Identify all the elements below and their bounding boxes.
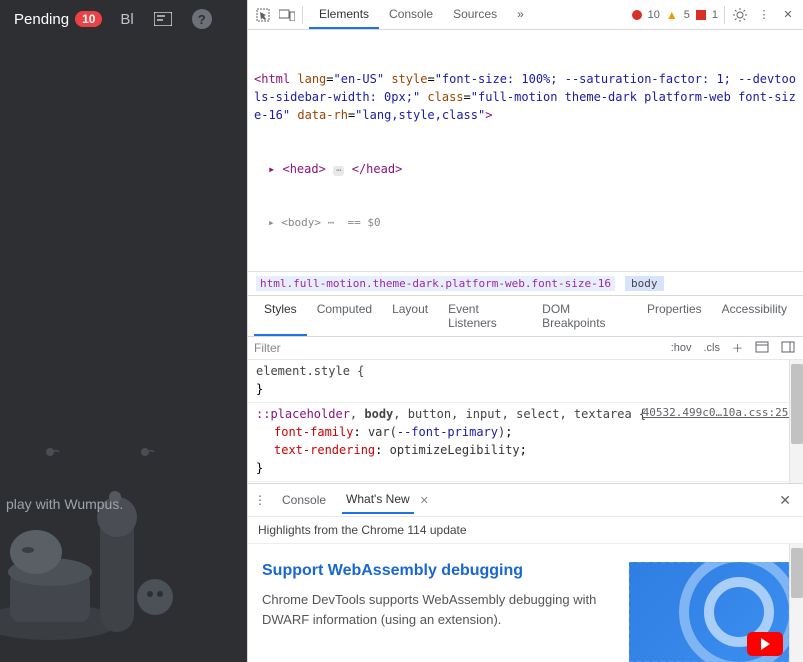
new-rule-icon[interactable]: ＋ [730,340,745,356]
drawer-tabs: ⋮ Console What's New ✕ ✕ [248,484,803,517]
drawer-scrollbar[interactable] [789,544,803,662]
discord-header: Pending 10 Bl ? [0,0,247,38]
whats-new-article: Support WebAssembly debugging Chrome Dev… [248,544,803,662]
main-tabs: Elements Console Sources » [309,1,534,29]
sidebar-toggle-icon[interactable] [779,341,797,356]
prop-text-rendering[interactable]: text-rendering: optimizeLegibility; [256,441,795,459]
rule-webkit-placeholder[interactable]: 40532.499c0…10a.css:250 ::-webkit-input-… [248,482,803,483]
drawer-tab-console[interactable]: Console [278,487,330,513]
gear-icon[interactable] [731,6,749,24]
drawer: ⋮ Console What's New ✕ ✕ Highlights from… [248,483,803,662]
close-drawer-icon[interactable]: ✕ [773,490,797,511]
styles-scrollbar[interactable] [789,360,803,483]
tab-dom-breakpoints[interactable]: DOM Breakpoints [532,296,637,336]
youtube-play-icon[interactable] [747,632,783,656]
warning-icon: ▲ [666,8,678,22]
source-link[interactable]: 40532.499c0…10a.css:250 [643,405,795,422]
new-dm-icon[interactable] [152,8,174,30]
drawer-tab-whats-new[interactable]: What's New [342,486,414,514]
head-node[interactable]: ▸ <head> ⋯ </head> [254,160,797,179]
tab-pending[interactable]: Pending 10 [14,11,102,28]
styles-rules[interactable]: element.style { } 40532.499c0…10a.css:25… [248,360,803,483]
scroll-thumb[interactable] [791,364,803,444]
rule-close: } [256,380,795,398]
crumb-html[interactable]: html.full-motion.theme-dark.platform-web… [256,276,615,291]
tab-layout[interactable]: Layout [382,296,438,336]
drawer-kebab-icon[interactable]: ⋮ [254,493,266,507]
kebab-icon[interactable]: ⋮ [755,6,773,24]
inspect-icon[interactable] [254,6,272,24]
tab-sources[interactable]: Sources [443,1,507,29]
devtools-toolbar: Elements Console Sources » 10 ▲ 5 1 ⋮ ✕ [248,0,803,30]
issue-icon [696,10,706,20]
body-node-hint[interactable]: ▸ <body> ⋯ == $0 [254,215,797,232]
styles-filter-row: Filter :hov .cls ＋ [248,337,803,360]
html-open-tag[interactable]: <html lang="en-US" style="font-size: 100… [254,70,797,124]
error-dot-icon [632,10,642,20]
wumpus-caption: play with Wumpus. [6,496,123,512]
devtools-pane: Elements Console Sources » 10 ▲ 5 1 ⋮ ✕ … [247,0,803,662]
article-body: Chrome DevTools supports WebAssembly deb… [262,590,615,629]
close-tab-icon[interactable]: ✕ [420,494,429,507]
crumb-body[interactable]: body [625,276,664,291]
dom-tree[interactable]: <html lang="en-US" style="font-size: 100… [248,30,803,272]
computed-toggle-icon[interactable] [753,341,771,356]
tab-styles[interactable]: Styles [254,296,307,336]
discord-pane: Pending 10 Bl ? play with Wumpus. [0,0,247,662]
prop-font-family[interactable]: font-family: var(--font-primary); [256,423,795,441]
pending-label: Pending [14,11,69,28]
rule-close: } [256,459,795,477]
tab-computed[interactable]: Computed [307,296,382,336]
tab-accessibility[interactable]: Accessibility [712,296,797,336]
pending-badge: 10 [75,11,102,27]
styles-filter-input[interactable]: Filter [254,341,661,355]
rule-selector: element.style { [256,362,795,380]
warning-count[interactable]: 5 [684,9,690,21]
article-title[interactable]: Support WebAssembly debugging [262,562,615,580]
rule-element-style[interactable]: element.style { } [248,360,803,403]
tabs-overflow[interactable]: » [507,1,534,29]
issue-count[interactable]: 1 [712,9,718,21]
scroll-thumb[interactable] [791,548,803,598]
error-count[interactable]: 10 [648,9,660,21]
tab-blocked[interactable]: Bl [120,11,133,28]
tab-properties[interactable]: Properties [637,296,712,336]
close-devtools-icon[interactable]: ✕ [779,6,797,24]
article-thumbnail[interactable] [629,562,789,662]
tab-elements[interactable]: Elements [309,1,379,29]
tab-event-listeners[interactable]: Event Listeners [438,296,532,336]
breadcrumb: html.full-motion.theme-dark.platform-web… [248,272,803,296]
tab-console[interactable]: Console [379,1,443,29]
status-area: 10 ▲ 5 1 ⋮ ✕ [632,6,797,24]
device-toggle-icon[interactable] [278,6,296,24]
help-icon[interactable]: ? [192,9,212,29]
wumpus-illustration [0,38,247,662]
styles-tabs: Styles Computed Layout Event Listeners D… [248,296,803,337]
highlights-banner: Highlights from the Chrome 114 update [248,517,803,544]
rule-placeholder[interactable]: 40532.499c0…10a.css:250 ::placeholder, b… [248,403,803,482]
cls-toggle[interactable]: .cls [702,342,723,354]
hov-toggle[interactable]: :hov [669,342,694,354]
